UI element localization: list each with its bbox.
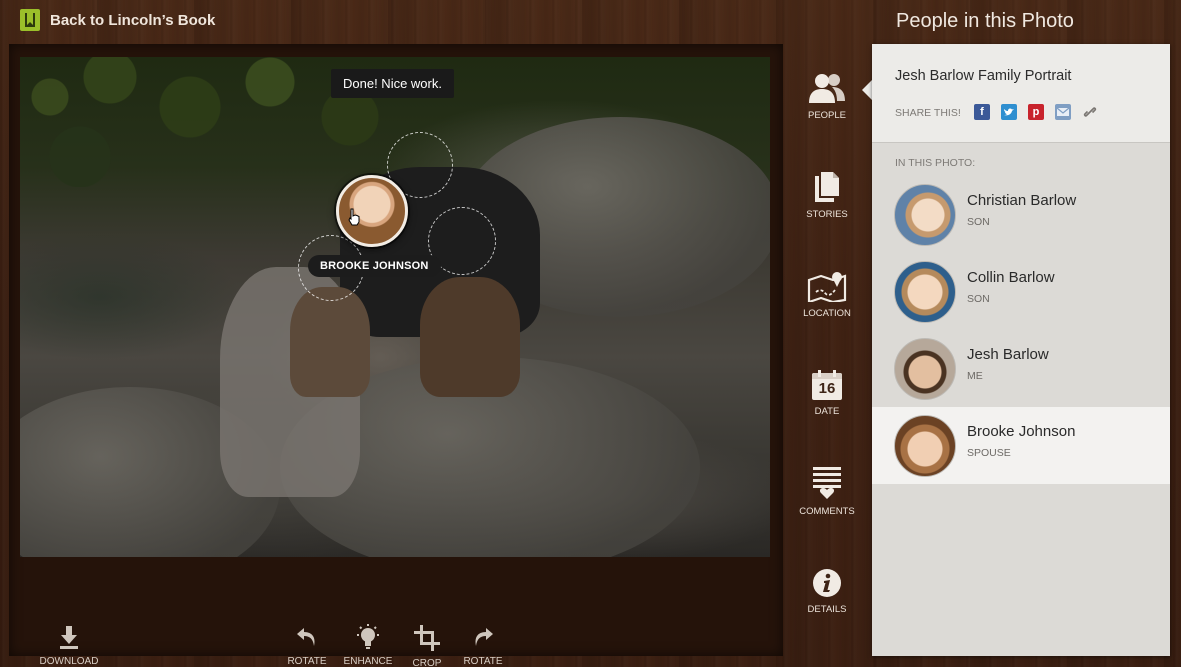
person-name: Christian Barlow	[967, 192, 1077, 209]
person-relation: SON	[967, 216, 990, 228]
download-icon	[60, 626, 78, 649]
comments-icon	[813, 467, 841, 499]
rotate-left-button[interactable]: ROTATE	[272, 624, 342, 667]
stories-icon	[815, 172, 839, 202]
download-label: DOWNLOAD	[39, 656, 99, 667]
person-row-selected[interactable]: Brooke Johnson SPOUSE	[872, 407, 1170, 484]
rotate-right-button[interactable]: ROTATE	[448, 624, 518, 667]
back-link-label: Back to Lincoln’s Book	[50, 11, 216, 29]
avatar	[894, 338, 956, 400]
rail-people-label: PEOPLE	[807, 110, 847, 121]
rotate-left-label: ROTATE	[287, 656, 327, 667]
lightbulb-icon	[357, 624, 379, 649]
family-photo: BROOKE JOHNSON Done! Nice work.	[20, 57, 770, 557]
envelope-glyph	[1056, 107, 1070, 116]
photo-title: Jesh Barlow Family Portrait	[895, 68, 1072, 84]
panel-title: People in this Photo	[896, 10, 1074, 32]
calendar-ring	[833, 370, 836, 377]
crop-icon	[414, 625, 440, 651]
photo-person-boy	[290, 287, 370, 397]
twitter-icon[interactable]	[1001, 104, 1017, 120]
rotate-right-icon	[475, 628, 493, 646]
rail-location-button[interactable]: LOCATION	[790, 270, 864, 319]
people-panel: Jesh Barlow Family Portrait SHARE THIS! …	[872, 44, 1170, 656]
download-button[interactable]: DOWNLOAD	[34, 624, 104, 667]
person-relation: SPOUSE	[967, 447, 1011, 459]
photo-viewer: BROOKE JOHNSON Done! Nice work. DOWNLOAD…	[9, 44, 783, 667]
person-relation: SON	[967, 293, 990, 305]
rail-comments-button[interactable]: COMMENTS	[790, 466, 864, 517]
rail-date-button[interactable]: 16 DATE	[790, 370, 864, 417]
calendar-ring	[818, 370, 821, 377]
person-name: Brooke Johnson	[967, 423, 1076, 440]
enhance-label: ENHANCE	[343, 656, 393, 667]
crop-label: CROP	[412, 658, 442, 667]
avatar	[894, 415, 956, 477]
rail-stories-button[interactable]: STORIES	[790, 171, 864, 220]
person-name: Jesh Barlow	[967, 346, 1049, 363]
person-name: Collin Barlow	[967, 269, 1055, 286]
rotate-right-label: ROTATE	[463, 656, 503, 667]
rail-stories-label: STORIES	[806, 209, 848, 220]
pinterest-icon[interactable]: p	[1028, 104, 1044, 120]
facebook-icon[interactable]: f	[974, 104, 990, 120]
link-icon[interactable]	[1082, 104, 1098, 120]
rail-location-label: LOCATION	[803, 308, 851, 319]
hand-cursor-icon	[348, 208, 360, 226]
map-pin-icon	[807, 272, 847, 302]
share-label: SHARE THIS!	[895, 107, 961, 119]
avatar	[894, 184, 956, 246]
rail-date-label: DATE	[814, 406, 840, 417]
in-this-photo-label: IN THIS PHOTO:	[895, 157, 976, 169]
rotate-left-icon	[297, 628, 315, 646]
face-tag-label: BROOKE JOHNSON	[308, 255, 441, 277]
calendar-icon: 16	[812, 370, 842, 400]
panel-header: Jesh Barlow Family Portrait SHARE THIS! …	[872, 44, 1170, 143]
person-row[interactable]: Christian Barlow SON	[872, 176, 1170, 253]
rail-details-label: DETAILS	[807, 604, 847, 615]
person-row[interactable]: Jesh Barlow ME	[872, 330, 1170, 407]
chain-link-glyph	[1083, 107, 1097, 117]
back-to-book-link[interactable]: Back to Lincoln’s Book	[20, 9, 215, 31]
twitter-bird-glyph	[1004, 108, 1014, 116]
photo-person-boy	[420, 277, 520, 397]
person-relation: ME	[967, 370, 983, 382]
calendar-day: 16	[818, 380, 836, 397]
calendar-header	[812, 373, 842, 379]
people-icon	[809, 74, 845, 103]
rail-comments-label: COMMENTS	[799, 506, 855, 517]
toast-message: Done! Nice work.	[331, 69, 454, 98]
email-icon[interactable]	[1055, 104, 1071, 120]
rail-people-button[interactable]: PEOPLE	[790, 72, 864, 121]
info-icon	[813, 569, 841, 597]
panel-pointer	[862, 80, 872, 100]
person-row[interactable]: Collin Barlow SON	[872, 253, 1170, 330]
book-icon	[20, 9, 40, 31]
rail-details-button[interactable]: DETAILS	[790, 568, 864, 615]
avatar	[894, 261, 956, 323]
